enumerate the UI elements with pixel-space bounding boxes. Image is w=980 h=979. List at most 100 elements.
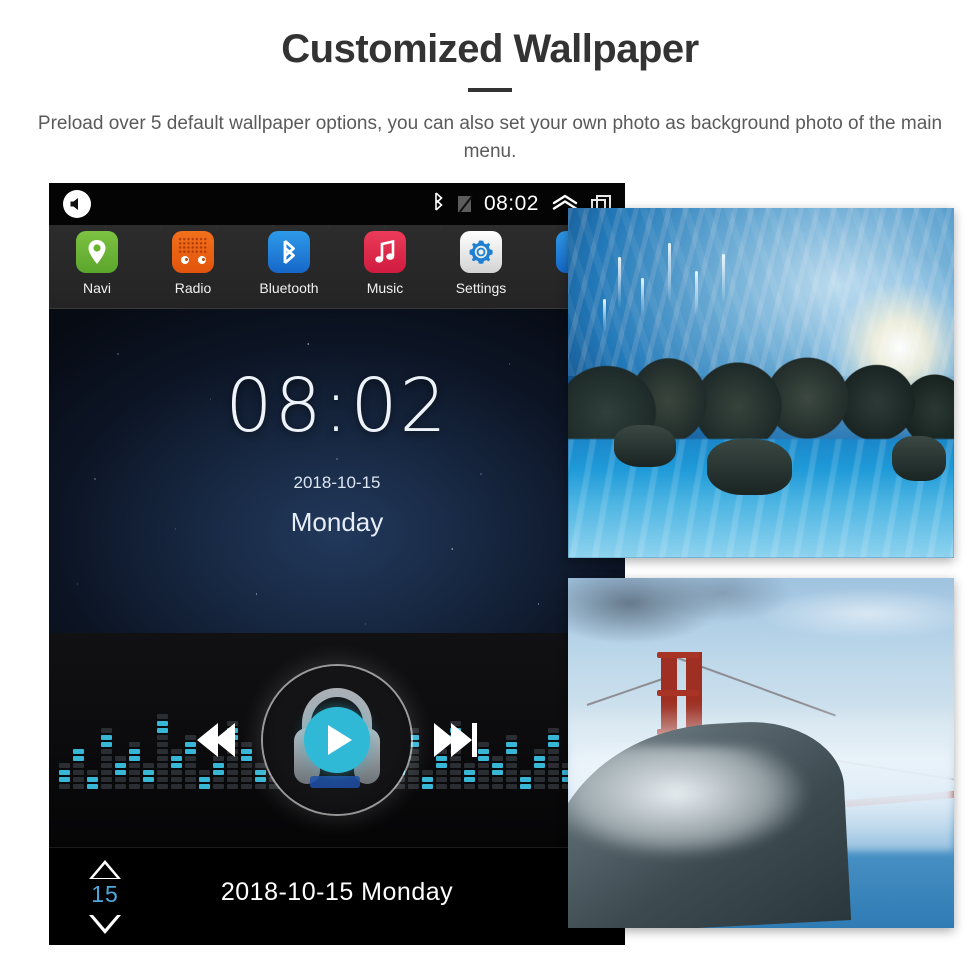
app-label: Music [366, 280, 404, 296]
golden-gate-bridge-wallpaper[interactable] [568, 578, 954, 928]
equalizer-segment [156, 770, 168, 775]
equalizer-segment [506, 763, 517, 768]
equalizer-segment [100, 777, 112, 782]
equalizer-column [156, 714, 168, 789]
equalizer-segment [240, 777, 252, 782]
equalizer-segment [533, 770, 545, 775]
ice-cave-wallpaper[interactable] [568, 208, 954, 558]
equalizer-segment [240, 742, 252, 747]
equalizer-segment [72, 756, 84, 761]
equalizer-segment [533, 749, 545, 754]
equalizer-segment [156, 714, 168, 719]
equalizer-segment [128, 756, 140, 761]
album-art-disc[interactable] [263, 666, 411, 814]
equalizer-segment [464, 770, 476, 775]
equalizer-segment [408, 777, 420, 782]
equalizer-column [184, 735, 196, 789]
equalizer-segment [464, 777, 476, 782]
equalizer-segment [142, 763, 154, 768]
equalizer-segment [450, 777, 462, 782]
equalizer-segment [86, 770, 98, 775]
equalizer-segment [254, 770, 266, 775]
equalizer-segment [156, 777, 168, 782]
widget-weekday: Monday [290, 507, 384, 537]
equalizer-segment [100, 784, 112, 789]
equalizer-segment [547, 770, 559, 775]
equalizer-segment [156, 728, 168, 733]
signal-off-icon [457, 196, 471, 212]
equalizer-segment [184, 770, 196, 775]
equalizer-segment [170, 763, 182, 768]
equalizer-segment [59, 777, 70, 782]
clock-widget[interactable]: 08:02 2018-10-15 Monday [49, 309, 625, 538]
equalizer-segment [72, 777, 84, 782]
equalizer-segment [198, 777, 210, 782]
equalizer-segment [114, 756, 126, 761]
equalizer-segment [533, 777, 545, 782]
equalizer-segment [170, 749, 182, 754]
equalizer-segment [240, 770, 252, 775]
next-track-icon[interactable] [434, 723, 477, 757]
page-title: Customized Wallpaper [281, 27, 699, 71]
equalizer-column [254, 763, 266, 789]
ice-cave-boulder [892, 435, 947, 481]
equalizer-column [506, 735, 517, 789]
app-dock: Navi Radio Bluetooth Music Settings [49, 225, 625, 309]
equalizer-segment [114, 770, 126, 775]
equalizer-column [72, 749, 84, 789]
equalizer-segment [547, 749, 559, 754]
equalizer-segment [450, 770, 462, 775]
equalizer-column [422, 770, 434, 789]
equalizer-segment [464, 784, 476, 789]
equalizer-segment [100, 770, 112, 775]
equalizer-segment [478, 777, 490, 782]
equalizer-segment [184, 784, 196, 789]
page-subtitle: Preload over 5 default wallpaper options… [37, 113, 943, 162]
equalizer-segment [114, 784, 126, 789]
equalizer-segment [156, 742, 168, 747]
equalizer-segment [436, 763, 448, 768]
equalizer-segment [100, 749, 112, 754]
app-navi[interactable]: Navi [49, 231, 145, 296]
equalizer-column [240, 742, 252, 789]
ice-cave-boulder [614, 425, 677, 467]
equalizer-segment [114, 763, 126, 768]
equalizer-segment [184, 735, 196, 740]
icicle [602, 299, 606, 333]
triangle-down-icon[interactable] [89, 915, 121, 934]
app-music[interactable]: Music [337, 231, 433, 296]
equalizer-segment [254, 784, 266, 789]
page-root: Customized Wallpaper Preload over 5 defa… [0, 0, 980, 979]
bridge-tower-crossbeam [656, 651, 700, 658]
equalizer-segment [184, 777, 196, 782]
play-button[interactable] [304, 707, 370, 773]
equalizer-segment [170, 756, 182, 761]
icicle [668, 243, 672, 303]
equalizer-segment [547, 756, 559, 761]
equalizer-segment [240, 763, 252, 768]
equalizer-segment [492, 756, 503, 761]
equalizer-segment [128, 777, 140, 782]
equalizer-segment [478, 763, 490, 768]
equalizer-segment [547, 728, 559, 733]
app-settings[interactable]: Settings [433, 231, 529, 296]
ice-cave-boulder [706, 439, 792, 495]
triangle-up-icon[interactable] [89, 860, 121, 879]
equalizer-segment [436, 770, 448, 775]
equalizer-segment [156, 721, 168, 726]
equalizer-segment [533, 763, 545, 768]
equalizer-segment [506, 770, 517, 775]
equalizer-column [478, 742, 490, 789]
app-radio[interactable]: Radio [145, 231, 241, 296]
equalizer-segment [59, 763, 70, 768]
equalizer-segment [533, 784, 545, 789]
equalizer-segment [547, 777, 559, 782]
app-bluetooth[interactable]: Bluetooth [241, 231, 337, 296]
equalizer-segment [547, 742, 559, 747]
equalizer-segment [59, 770, 70, 775]
speaker-icon[interactable] [63, 190, 91, 218]
equalizer-column [142, 763, 154, 789]
previous-track-icon[interactable] [197, 723, 235, 757]
equalizer-segment [450, 763, 462, 768]
icicle [618, 257, 622, 309]
